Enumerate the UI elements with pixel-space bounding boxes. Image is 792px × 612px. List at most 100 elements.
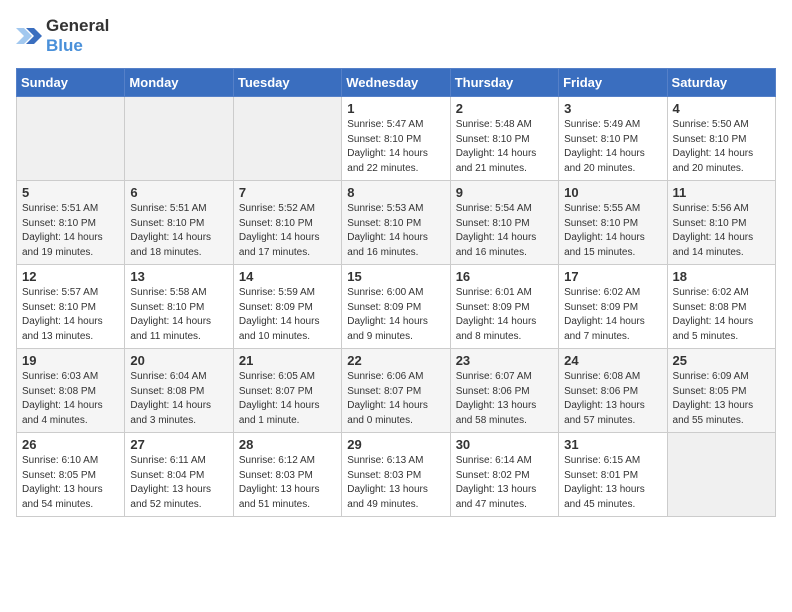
calendar-week-row: 1 Sunrise: 5:47 AM Sunset: 8:10 PM Daylig…	[17, 97, 776, 181]
day-info: Sunrise: 5:54 AM Sunset: 8:10 PM Dayligh…	[456, 202, 553, 260]
day-number: 4	[673, 101, 770, 116]
day-info: Sunrise: 5:51 AM Sunset: 8:10 PM Dayligh…	[130, 202, 227, 260]
calendar-cell	[667, 433, 775, 517]
calendar-cell: 25 Sunrise: 6:09 AM Sunset: 8:05 PM Dayli…	[667, 349, 775, 433]
calendar-cell: 3 Sunrise: 5:49 AM Sunset: 8:10 PM Daylig…	[559, 97, 667, 181]
weekday-header-tuesday: Tuesday	[233, 69, 341, 97]
day-number: 24	[564, 353, 661, 368]
logo: General Blue	[16, 16, 109, 56]
day-info: Sunrise: 6:09 AM Sunset: 8:05 PM Dayligh…	[673, 370, 770, 428]
day-number: 11	[673, 185, 770, 200]
calendar-cell: 23Sunrise: 6:07 AM Sunset: 8:06 PM Dayli…	[450, 349, 558, 433]
day-info: Sunrise: 5:59 AM Sunset: 8:09 PM Dayligh…	[239, 286, 336, 344]
day-info: Sunrise: 6:15 AM Sunset: 8:01 PM Dayligh…	[564, 454, 661, 512]
day-info: Sunrise: 5:52 AM Sunset: 8:10 PM Dayligh…	[239, 202, 336, 260]
day-info: Sunrise: 6:02 AM Sunset: 8:08 PM Dayligh…	[673, 286, 770, 344]
day-info: Sunrise: 6:11 AM Sunset: 8:04 PM Dayligh…	[130, 454, 227, 512]
calendar-cell: 18 Sunrise: 6:02 AM Sunset: 8:08 PM Dayli…	[667, 265, 775, 349]
day-number: 19	[22, 353, 119, 368]
calendar-cell: 16 Sunrise: 6:01 AM Sunset: 8:09 PM Dayli…	[450, 265, 558, 349]
day-info: Sunrise: 6:12 AM Sunset: 8:03 PM Dayligh…	[239, 454, 336, 512]
calendar-cell: 27Sunrise: 6:11 AM Sunset: 8:04 PM Dayli…	[125, 433, 233, 517]
calendar-cell: 24 Sunrise: 6:08 AM Sunset: 8:06 PM Dayli…	[559, 349, 667, 433]
day-number: 26	[22, 437, 119, 452]
calendar-cell: 31 Sunrise: 6:15 AM Sunset: 8:01 PM Dayli…	[559, 433, 667, 517]
calendar-cell: 9Sunrise: 5:54 AM Sunset: 8:10 PM Daylig…	[450, 181, 558, 265]
calendar-week-row: 19Sunrise: 6:03 AM Sunset: 8:08 PM Dayli…	[17, 349, 776, 433]
calendar-cell: 19Sunrise: 6:03 AM Sunset: 8:08 PM Dayli…	[17, 349, 125, 433]
calendar-cell: 5 Sunrise: 5:51 AM Sunset: 8:10 PM Daylig…	[17, 181, 125, 265]
weekday-header-friday: Friday	[559, 69, 667, 97]
calendar-cell: 14 Sunrise: 5:59 AM Sunset: 8:09 PM Dayli…	[233, 265, 341, 349]
day-number: 12	[22, 269, 119, 284]
day-info: Sunrise: 6:00 AM Sunset: 8:09 PM Dayligh…	[347, 286, 444, 344]
day-number: 3	[564, 101, 661, 116]
calendar-cell: 4 Sunrise: 5:50 AM Sunset: 8:10 PM Daylig…	[667, 97, 775, 181]
day-info: Sunrise: 5:56 AM Sunset: 8:10 PM Dayligh…	[673, 202, 770, 260]
day-number: 6	[130, 185, 227, 200]
day-number: 14	[239, 269, 336, 284]
day-info: Sunrise: 5:51 AM Sunset: 8:10 PM Dayligh…	[22, 202, 119, 260]
day-info: Sunrise: 5:50 AM Sunset: 8:10 PM Dayligh…	[673, 118, 770, 176]
day-number: 22	[347, 353, 444, 368]
calendar-cell: 1 Sunrise: 5:47 AM Sunset: 8:10 PM Daylig…	[342, 97, 450, 181]
calendar-week-row: 12 Sunrise: 5:57 AM Sunset: 8:10 PM Dayli…	[17, 265, 776, 349]
day-number: 18	[673, 269, 770, 284]
calendar-cell: 13Sunrise: 5:58 AM Sunset: 8:10 PM Dayli…	[125, 265, 233, 349]
day-info: Sunrise: 6:13 AM Sunset: 8:03 PM Dayligh…	[347, 454, 444, 512]
day-number: 16	[456, 269, 553, 284]
day-number: 31	[564, 437, 661, 452]
calendar-cell: 29Sunrise: 6:13 AM Sunset: 8:03 PM Dayli…	[342, 433, 450, 517]
day-number: 5	[22, 185, 119, 200]
calendar-table: SundayMondayTuesdayWednesdayThursdayFrid…	[16, 68, 776, 517]
day-number: 2	[456, 101, 553, 116]
day-number: 10	[564, 185, 661, 200]
logo-icon	[16, 22, 44, 50]
day-number: 15	[347, 269, 444, 284]
day-number: 23	[456, 353, 553, 368]
calendar-cell: 10 Sunrise: 5:55 AM Sunset: 8:10 PM Dayli…	[559, 181, 667, 265]
calendar-cell: 12 Sunrise: 5:57 AM Sunset: 8:10 PM Dayli…	[17, 265, 125, 349]
weekday-header-saturday: Saturday	[667, 69, 775, 97]
calendar-cell: 2 Sunrise: 5:48 AM Sunset: 8:10 PM Daylig…	[450, 97, 558, 181]
day-info: Sunrise: 6:08 AM Sunset: 8:06 PM Dayligh…	[564, 370, 661, 428]
calendar-cell: 8 Sunrise: 5:53 AM Sunset: 8:10 PM Daylig…	[342, 181, 450, 265]
calendar-cell: 30 Sunrise: 6:14 AM Sunset: 8:02 PM Dayli…	[450, 433, 558, 517]
day-number: 25	[673, 353, 770, 368]
day-info: Sunrise: 5:55 AM Sunset: 8:10 PM Dayligh…	[564, 202, 661, 260]
day-number: 21	[239, 353, 336, 368]
day-info: Sunrise: 5:47 AM Sunset: 8:10 PM Dayligh…	[347, 118, 444, 176]
day-info: Sunrise: 5:49 AM Sunset: 8:10 PM Dayligh…	[564, 118, 661, 176]
calendar-week-row: 26 Sunrise: 6:10 AM Sunset: 8:05 PM Dayli…	[17, 433, 776, 517]
calendar-cell: 20 Sunrise: 6:04 AM Sunset: 8:08 PM Dayli…	[125, 349, 233, 433]
calendar-cell: 6 Sunrise: 5:51 AM Sunset: 8:10 PM Daylig…	[125, 181, 233, 265]
calendar-header-row: SundayMondayTuesdayWednesdayThursdayFrid…	[17, 69, 776, 97]
day-number: 28	[239, 437, 336, 452]
day-number: 20	[130, 353, 227, 368]
calendar-week-row: 5 Sunrise: 5:51 AM Sunset: 8:10 PM Daylig…	[17, 181, 776, 265]
day-info: Sunrise: 6:01 AM Sunset: 8:09 PM Dayligh…	[456, 286, 553, 344]
day-info: Sunrise: 6:02 AM Sunset: 8:09 PM Dayligh…	[564, 286, 661, 344]
day-info: Sunrise: 6:05 AM Sunset: 8:07 PM Dayligh…	[239, 370, 336, 428]
calendar-cell: 15 Sunrise: 6:00 AM Sunset: 8:09 PM Dayli…	[342, 265, 450, 349]
day-number: 17	[564, 269, 661, 284]
page-header: General Blue	[16, 16, 776, 56]
day-number: 30	[456, 437, 553, 452]
day-info: Sunrise: 6:06 AM Sunset: 8:07 PM Dayligh…	[347, 370, 444, 428]
logo-blue: Blue	[46, 36, 83, 55]
day-number: 7	[239, 185, 336, 200]
day-info: Sunrise: 6:04 AM Sunset: 8:08 PM Dayligh…	[130, 370, 227, 428]
calendar-cell: 22 Sunrise: 6:06 AM Sunset: 8:07 PM Dayli…	[342, 349, 450, 433]
day-info: Sunrise: 5:58 AM Sunset: 8:10 PM Dayligh…	[130, 286, 227, 344]
day-number: 1	[347, 101, 444, 116]
day-number: 8	[347, 185, 444, 200]
calendar-cell: 11 Sunrise: 5:56 AM Sunset: 8:10 PM Dayli…	[667, 181, 775, 265]
day-info: Sunrise: 6:14 AM Sunset: 8:02 PM Dayligh…	[456, 454, 553, 512]
weekday-header-sunday: Sunday	[17, 69, 125, 97]
day-info: Sunrise: 5:53 AM Sunset: 8:10 PM Dayligh…	[347, 202, 444, 260]
day-info: Sunrise: 5:48 AM Sunset: 8:10 PM Dayligh…	[456, 118, 553, 176]
day-info: Sunrise: 6:10 AM Sunset: 8:05 PM Dayligh…	[22, 454, 119, 512]
day-info: Sunrise: 5:57 AM Sunset: 8:10 PM Dayligh…	[22, 286, 119, 344]
calendar-cell	[125, 97, 233, 181]
calendar-cell: 28 Sunrise: 6:12 AM Sunset: 8:03 PM Dayli…	[233, 433, 341, 517]
